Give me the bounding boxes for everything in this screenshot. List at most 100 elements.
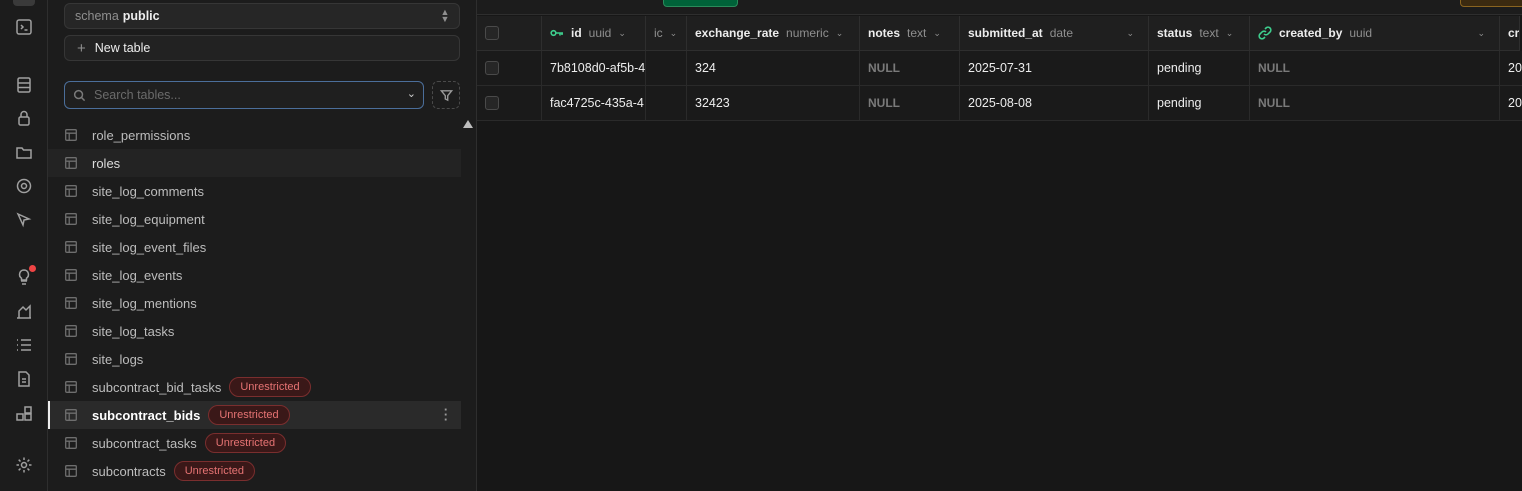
table-cell[interactable]: NULL <box>1250 86 1500 121</box>
plus-icon: + <box>77 39 86 57</box>
table-cell[interactable] <box>646 51 687 86</box>
column-header[interactable]: ic ⌄ <box>646 16 687 51</box>
table-cell[interactable]: 20 <box>1500 51 1522 86</box>
column-type: ic <box>654 26 663 40</box>
table-list-item[interactable]: site_log_event_files <box>48 233 461 261</box>
table-name: site_log_mentions <box>92 295 197 311</box>
search-tables-input[interactable] <box>94 88 384 102</box>
table-cell[interactable]: 32423 <box>687 86 860 121</box>
table-cell[interactable]: NULL <box>860 51 960 86</box>
table-cell[interactable] <box>646 86 687 121</box>
chevron-up-down-icon: ▲ ▼ <box>440 7 450 24</box>
table-cell[interactable]: 2025-08-08 <box>960 86 1149 121</box>
grid-toolbar <box>477 0 1522 15</box>
table-list-item[interactable]: subcontract_tasks Unrestricted <box>48 429 461 457</box>
table-icon <box>65 325 77 337</box>
column-header[interactable]: id uuid ⌄ <box>542 16 646 51</box>
logs-list-icon[interactable] <box>14 335 34 355</box>
chevrons-down-icon[interactable]: ⌄ <box>407 87 416 100</box>
table-cell[interactable]: 20 <box>1500 86 1522 121</box>
advisors-bulb-icon[interactable] <box>14 265 36 287</box>
scroll-up-arrow-icon[interactable] <box>463 120 473 128</box>
table-name: site_logs <box>92 351 144 367</box>
rls-warning-button[interactable] <box>1460 0 1522 7</box>
integrations-icon[interactable] <box>14 404 34 424</box>
reports-icon[interactable] <box>14 301 34 321</box>
auth-lock-icon[interactable] <box>14 108 34 128</box>
filter-button[interactable] <box>432 81 460 109</box>
table-name: site_log_tasks <box>92 323 175 339</box>
filter-icon <box>439 89 453 101</box>
edge-functions-icon[interactable] <box>14 210 34 230</box>
realtime-icon[interactable] <box>14 176 34 196</box>
chevron-down-icon[interactable]: ⌄ <box>1226 28 1234 39</box>
table-icon <box>65 129 77 141</box>
column-name: created_by <box>1279 26 1343 40</box>
table-list-item[interactable]: site_log_equipment <box>48 205 461 233</box>
row-select-cell <box>477 51 542 86</box>
more-options-icon[interactable]: · · · <box>443 403 449 426</box>
table-icon <box>65 269 77 281</box>
table-cell[interactable]: NULL <box>860 86 960 121</box>
table-list-item[interactable]: site_logs <box>48 345 461 373</box>
schema-select-label: schema <box>75 9 119 23</box>
notification-dot <box>29 265 36 272</box>
column-type: text <box>907 26 927 40</box>
table-cell[interactable]: 2025-07-31 <box>960 51 1149 86</box>
table-list-item[interactable]: site_log_mentions <box>48 289 461 317</box>
api-docs-icon[interactable] <box>14 369 34 389</box>
insert-button[interactable] <box>663 0 738 7</box>
table-cell[interactable]: pending <box>1149 51 1250 86</box>
select-all-checkbox[interactable] <box>485 26 499 40</box>
chevron-down-icon[interactable]: ⌄ <box>933 28 941 39</box>
row-checkbox[interactable] <box>485 61 499 75</box>
table-list-item[interactable]: site_log_tasks <box>48 317 461 345</box>
column-header[interactable]: created_by uuid ⌄ <box>1250 16 1500 51</box>
table-cell[interactable]: pending <box>1149 86 1250 121</box>
unrestricted-badge: Unrestricted <box>229 377 311 397</box>
column-header[interactable]: cr <box>1500 16 1521 51</box>
chevron-down-icon[interactable]: ⌄ <box>1126 28 1134 39</box>
primary-key-icon <box>550 26 564 40</box>
table-list-item[interactable]: site_log_events <box>48 261 461 289</box>
select-all-cell <box>477 16 542 51</box>
chevron-down-icon[interactable]: ⌄ <box>670 28 678 39</box>
table-cell[interactable]: NULL <box>1250 51 1500 86</box>
new-table-button[interactable]: + New table <box>64 35 460 61</box>
table-list-item[interactable]: subcontracts Unrestricted <box>48 457 461 485</box>
table-name: subcontract_bid_tasks <box>92 379 222 395</box>
unrestricted-badge: Unrestricted <box>204 433 287 453</box>
row-checkbox[interactable] <box>485 96 499 110</box>
table-list-item[interactable]: subcontract_bid_tasks Unrestricted <box>48 373 461 401</box>
table-list: role_permissions roles site_log_comments si… <box>48 121 461 485</box>
column-type: text <box>1199 26 1219 40</box>
table-cell[interactable]: 324 <box>687 51 860 86</box>
table-list-item[interactable]: role_permissions <box>48 121 461 149</box>
table-icon <box>65 353 77 365</box>
table-list-item[interactable]: roles <box>48 149 461 177</box>
settings-gear-icon[interactable] <box>14 455 34 475</box>
column-header[interactable]: status text ⌄ <box>1149 16 1250 51</box>
chevron-down-icon[interactable]: ⌄ <box>618 28 626 39</box>
column-header[interactable]: submitted_at date ⌄ <box>960 16 1149 51</box>
sql-editor-icon[interactable] <box>14 17 34 37</box>
chevron-down-icon[interactable]: ⌄ <box>836 28 844 39</box>
storage-icon[interactable] <box>14 142 34 162</box>
column-header[interactable]: notes text ⌄ <box>860 16 960 51</box>
table-list-item[interactable]: site_log_comments <box>48 177 461 205</box>
table-cell[interactable]: 7b8108d0-af5b-4 <box>542 51 646 86</box>
table-cell[interactable]: fac4725c-435a-4 <box>542 86 646 121</box>
schema-select[interactable]: schema public ▲ ▼ <box>64 3 460 29</box>
home-icon[interactable] <box>13 0 35 6</box>
column-type: numeric <box>786 26 829 40</box>
column-name: notes <box>868 26 901 40</box>
column-name: cr <box>1508 26 1520 40</box>
chevron-down-icon[interactable]: ⌄ <box>1477 28 1485 39</box>
column-name: status <box>1157 26 1193 40</box>
table-name: site_log_event_files <box>92 239 207 255</box>
database-icon[interactable] <box>14 75 34 95</box>
column-type: date <box>1049 26 1074 40</box>
column-header[interactable]: exchange_rate numeric ⌄ <box>687 16 860 51</box>
table-list-item[interactable]: subcontract_bids Unrestricted · · · <box>48 401 461 429</box>
table-icon <box>65 157 77 169</box>
